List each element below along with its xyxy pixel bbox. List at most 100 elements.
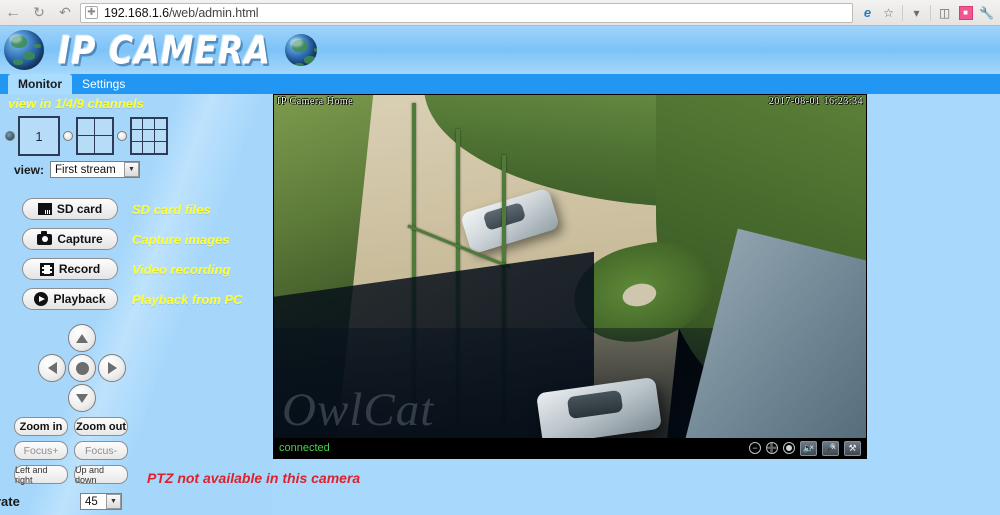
- zoom-out-icon[interactable]: −: [749, 442, 761, 454]
- radio-channel-9[interactable]: [117, 131, 127, 141]
- back-arrow-icon[interactable]: ←: [0, 1, 26, 25]
- internet-explorer-icon[interactable]: e: [857, 2, 878, 24]
- radio-channel-1[interactable]: [5, 131, 15, 141]
- toolbar-divider-2: [930, 4, 931, 21]
- history-icon[interactable]: ↶: [52, 1, 78, 25]
- chevron-down-icon[interactable]: ▾: [906, 2, 927, 24]
- record-button-label: Record: [58, 262, 101, 276]
- action-row-record: Record Video recording: [0, 254, 272, 284]
- up-and-down-button[interactable]: Up and down: [74, 465, 128, 485]
- ptz-down-button[interactable]: [68, 384, 96, 412]
- channels-heading: view in 1/4/9 channels: [8, 96, 144, 111]
- wrench-icon[interactable]: 🔧: [976, 2, 997, 24]
- zoom-out-button[interactable]: Zoom out: [74, 417, 128, 436]
- record-dot-icon[interactable]: [783, 442, 795, 454]
- star-icon[interactable]: ☆: [878, 2, 899, 24]
- speaker-mute-icon[interactable]: 🔈 ×: [800, 440, 817, 456]
- rate-label: rate: [0, 494, 20, 509]
- action-row-playback: Playback Playback from PC: [0, 284, 272, 314]
- sd-card-note: SD card files: [132, 201, 211, 217]
- microphone-mute-icon[interactable]: 🎤 ×: [822, 440, 839, 456]
- osd-timestamp: 2017-08-01 16:23:34: [768, 96, 863, 107]
- rate-row: rate 45 ▼: [0, 493, 272, 510]
- ptz-home-button[interactable]: [68, 354, 96, 382]
- view-select[interactable]: First stream ▼: [50, 161, 141, 178]
- tab-settings[interactable]: Settings: [72, 74, 135, 94]
- chevron-down-icon[interactable]: ▼: [106, 494, 121, 509]
- layout-nine-icon[interactable]: [130, 117, 168, 155]
- record-note: Video recording: [132, 261, 231, 277]
- url-text: 192.168.1.6/web/admin.html: [104, 5, 259, 20]
- app-header: IP CAMERA: [0, 26, 1000, 74]
- focus-plus-button[interactable]: Focus+: [14, 441, 68, 460]
- video-osd-bar: IP Camera Home 2017-08-01 16:23:34: [274, 95, 866, 108]
- stream-view-row: view: First stream ▼: [0, 156, 272, 178]
- video-scene: OwlCat: [274, 95, 866, 458]
- action-row-capture: Capture Capture images: [0, 224, 272, 254]
- ptz-right-icon: [107, 362, 117, 374]
- playback-button-label: Playback: [53, 292, 106, 306]
- globe-icon-secondary: [285, 34, 318, 66]
- shield-icon: ✚: [85, 6, 98, 19]
- ptz-up-icon: [76, 333, 88, 343]
- video-watermark: OwlCat: [282, 384, 435, 436]
- playback-note: Playback from PC: [132, 291, 243, 307]
- action-button-list: SD card SD card files Capture Capture im…: [0, 194, 272, 314]
- url-path: /web/admin.html: [168, 5, 259, 20]
- camera-icon: [37, 230, 53, 245]
- osd-camera-name: IP Camera Home: [277, 96, 354, 107]
- focus-button-row: Focus+ Focus-: [14, 441, 272, 460]
- ptz-home-icon: [75, 361, 89, 375]
- ptz-right-button[interactable]: [98, 354, 126, 382]
- url-host: 192.168.1.6: [104, 5, 169, 20]
- ptz-up-button[interactable]: [68, 324, 96, 352]
- ptz-direction-pad: [22, 324, 142, 412]
- record-button[interactable]: Record: [22, 258, 118, 280]
- capture-button-label: Capture: [57, 232, 103, 246]
- channel-layout-selector: 1: [0, 113, 272, 156]
- capture-button[interactable]: Capture: [22, 228, 118, 250]
- ptz-warning-text: PTZ not available in this camera: [147, 470, 361, 486]
- action-row-sdcard: SD card SD card files: [0, 194, 272, 224]
- zoom-button-row: Zoom in Zoom out: [14, 417, 272, 436]
- video-control-icons: − ➕ 🔈 × 🎤 × ⚒: [749, 440, 861, 456]
- refresh-icon[interactable]: ↻: [26, 1, 52, 25]
- tab-strip: Monitor Settings: [0, 74, 146, 94]
- play-icon: [34, 292, 49, 306]
- capture-note: Capture images: [132, 231, 230, 247]
- zoom-in-icon[interactable]: ➕: [766, 442, 778, 454]
- browser-toolbar-right: e ☆ ▾ ◫ ■ 🔧: [857, 1, 1000, 25]
- tools-icon[interactable]: ⚒: [844, 440, 861, 456]
- focus-minus-button[interactable]: Focus-: [74, 441, 128, 460]
- globe-icon: [4, 30, 44, 70]
- zoom-in-button[interactable]: Zoom in: [14, 417, 68, 436]
- connection-status: connected: [279, 442, 330, 454]
- video-player[interactable]: OwlCat IP Camera Home 2017-08-01 16:23:3…: [273, 94, 867, 459]
- extension-icon[interactable]: ■: [955, 2, 976, 24]
- page-body: IP CAMERA Monitor Settings view in 1/4/9…: [0, 26, 1000, 515]
- ptz-down-icon: [76, 393, 88, 403]
- playback-button[interactable]: Playback: [22, 288, 118, 310]
- control-sidebar: view in 1/4/9 channels 1 view: First str…: [0, 94, 272, 515]
- browser-toolbar: ← ↻ ↶ ✚ 192.168.1.6/web/admin.html e ☆ ▾…: [0, 0, 1000, 26]
- layout-single-icon[interactable]: 1: [18, 116, 60, 156]
- tab-bar: Monitor Settings: [0, 74, 1000, 94]
- view-select-value: First stream: [55, 163, 116, 176]
- reading-list-icon[interactable]: ◫: [934, 2, 955, 24]
- left-and-right-button[interactable]: Left and right: [14, 465, 68, 485]
- layout-quad-icon[interactable]: [76, 117, 114, 155]
- view-label: view:: [14, 162, 45, 177]
- radio-channel-4[interactable]: [63, 131, 73, 141]
- sd-card-button-label: SD card: [56, 202, 103, 216]
- address-bar[interactable]: ✚ 192.168.1.6/web/admin.html: [80, 2, 853, 23]
- ptz-left-button[interactable]: [38, 354, 66, 382]
- film-icon: [39, 262, 54, 276]
- tab-monitor[interactable]: Monitor: [8, 74, 72, 94]
- sd-card-icon: [37, 203, 52, 215]
- video-status-bar: connected − ➕ 🔈 × 🎤 × ⚒: [274, 438, 866, 458]
- chevron-down-icon[interactable]: ▼: [124, 162, 140, 177]
- toolbar-divider: [902, 4, 903, 21]
- rate-select[interactable]: 45 ▼: [80, 493, 122, 510]
- ptz-left-icon: [47, 362, 57, 374]
- sd-card-button[interactable]: SD card: [22, 198, 118, 220]
